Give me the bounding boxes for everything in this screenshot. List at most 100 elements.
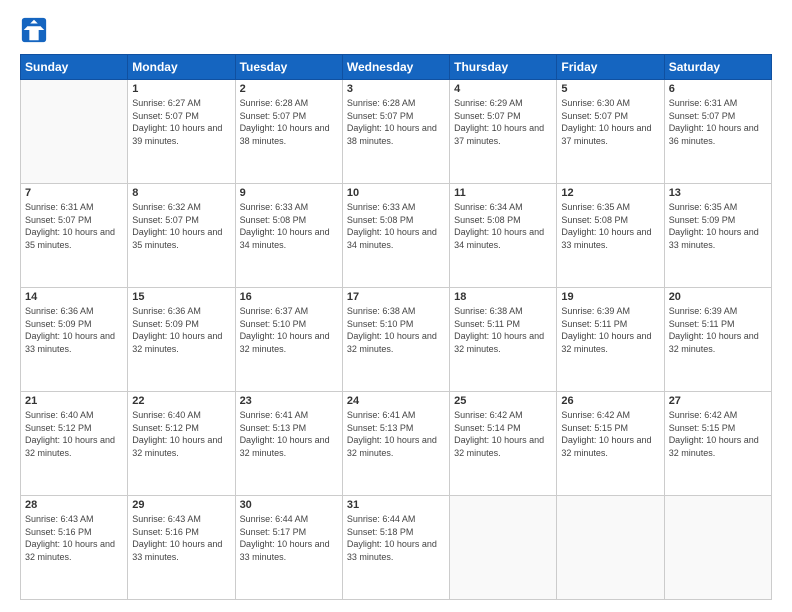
calendar-header-saturday: Saturday — [664, 55, 771, 80]
day-info: Sunrise: 6:28 AMSunset: 5:07 PMDaylight:… — [240, 97, 338, 147]
day-number: 7 — [25, 187, 123, 199]
day-number: 26 — [561, 395, 659, 407]
day-info: Sunrise: 6:42 AMSunset: 5:15 PMDaylight:… — [561, 409, 659, 459]
day-info: Sunrise: 6:44 AMSunset: 5:18 PMDaylight:… — [347, 513, 445, 563]
calendar-cell: 12 Sunrise: 6:35 AMSunset: 5:08 PMDayligh… — [557, 184, 664, 288]
week-row-2: 14 Sunrise: 6:36 AMSunset: 5:09 PMDayligh… — [21, 288, 772, 392]
calendar-table: SundayMondayTuesdayWednesdayThursdayFrid… — [20, 54, 772, 600]
calendar-header-thursday: Thursday — [450, 55, 557, 80]
calendar-cell: 24 Sunrise: 6:41 AMSunset: 5:13 PMDayligh… — [342, 392, 449, 496]
week-row-3: 21 Sunrise: 6:40 AMSunset: 5:12 PMDayligh… — [21, 392, 772, 496]
calendar-cell: 3Sunrise: 6:28 AMSunset: 5:07 PMDaylight… — [342, 80, 449, 184]
calendar-cell: 28 Sunrise: 6:43 AMSunset: 5:16 PMDayligh… — [21, 496, 128, 600]
day-info: Sunrise: 6:30 AMSunset: 5:07 PMDaylight:… — [561, 97, 659, 147]
day-number: 17 — [347, 291, 445, 303]
day-number: 2 — [240, 83, 338, 95]
calendar-header-wednesday: Wednesday — [342, 55, 449, 80]
calendar-cell: 2 Sunrise: 6:28 AMSunset: 5:07 PMDaylight… — [235, 80, 342, 184]
day-number: 25 — [454, 395, 552, 407]
day-info: Sunrise: 6:36 AMSunset: 5:09 PMDaylight:… — [132, 305, 230, 355]
day-info: Sunrise: 6:43 AMSunset: 5:16 PMDaylight:… — [132, 513, 230, 563]
day-info: Sunrise: 6:29 AMSunset: 5:07 PMDaylight:… — [454, 97, 552, 147]
day-info: Sunrise: 6:36 AMSunset: 5:09 PMDaylight:… — [25, 305, 123, 355]
calendar-cell: 7 Sunrise: 6:31 AMSunset: 5:07 PMDaylight… — [21, 184, 128, 288]
calendar-cell: 29 Sunrise: 6:43 AMSunset: 5:16 PMDayligh… — [128, 496, 235, 600]
day-number: 31 — [347, 499, 445, 511]
day-info: Sunrise: 6:31 AMSunset: 5:07 PMDaylight:… — [669, 97, 767, 147]
calendar-cell: 6 Sunrise: 6:31 AMSunset: 5:07 PMDaylight… — [664, 80, 771, 184]
calendar-cell: 10 Sunrise: 6:33 AMSunset: 5:08 PMDayligh… — [342, 184, 449, 288]
calendar-header-monday: Monday — [128, 55, 235, 80]
calendar-cell: 14 Sunrise: 6:36 AMSunset: 5:09 PMDayligh… — [21, 288, 128, 392]
day-number: 11 — [454, 187, 552, 199]
calendar-cell: 13 Sunrise: 6:35 AMSunset: 5:09 PMDayligh… — [664, 184, 771, 288]
day-number: 19 — [561, 291, 659, 303]
calendar-cell: 19Sunrise: 6:39 AMSunset: 5:11 PMDayligh… — [557, 288, 664, 392]
calendar-cell: 26 Sunrise: 6:42 AMSunset: 5:15 PMDayligh… — [557, 392, 664, 496]
day-info: Sunrise: 6:42 AMSunset: 5:15 PMDaylight:… — [669, 409, 767, 459]
day-number: 9 — [240, 187, 338, 199]
calendar-cell: 8 Sunrise: 6:32 AMSunset: 5:07 PMDaylight… — [128, 184, 235, 288]
day-number: 6 — [669, 83, 767, 95]
day-number: 14 — [25, 291, 123, 303]
day-number: 8 — [132, 187, 230, 199]
calendar-cell — [664, 496, 771, 600]
day-number: 28 — [25, 499, 123, 511]
day-info: Sunrise: 6:33 AMSunset: 5:08 PMDaylight:… — [347, 201, 445, 251]
page: SundayMondayTuesdayWednesdayThursdayFrid… — [0, 0, 792, 612]
day-info: Sunrise: 6:34 AMSunset: 5:08 PMDaylight:… — [454, 201, 552, 251]
day-info: Sunrise: 6:32 AMSunset: 5:07 PMDaylight:… — [132, 201, 230, 251]
calendar-cell — [450, 496, 557, 600]
calendar-cell: 18Sunrise: 6:38 AMSunset: 5:11 PMDayligh… — [450, 288, 557, 392]
day-number: 15 — [132, 291, 230, 303]
day-number: 12 — [561, 187, 659, 199]
day-number: 27 — [669, 395, 767, 407]
day-number: 16 — [240, 291, 338, 303]
day-info: Sunrise: 6:38 AMSunset: 5:11 PMDaylight:… — [454, 305, 552, 355]
header — [20, 16, 772, 44]
day-number: 23 — [240, 395, 338, 407]
week-row-0: 1 Sunrise: 6:27 AMSunset: 5:07 PMDaylight… — [21, 80, 772, 184]
logo — [20, 16, 52, 44]
logo-icon — [20, 16, 48, 44]
calendar-cell: 17Sunrise: 6:38 AMSunset: 5:10 PMDayligh… — [342, 288, 449, 392]
day-info: Sunrise: 6:35 AMSunset: 5:08 PMDaylight:… — [561, 201, 659, 251]
day-info: Sunrise: 6:31 AMSunset: 5:07 PMDaylight:… — [25, 201, 123, 251]
calendar-cell — [557, 496, 664, 600]
calendar-cell: 22 Sunrise: 6:40 AMSunset: 5:12 PMDayligh… — [128, 392, 235, 496]
day-info: Sunrise: 6:37 AMSunset: 5:10 PMDaylight:… — [240, 305, 338, 355]
calendar-header-tuesday: Tuesday — [235, 55, 342, 80]
day-number: 3 — [347, 83, 445, 95]
week-row-1: 7 Sunrise: 6:31 AMSunset: 5:07 PMDaylight… — [21, 184, 772, 288]
calendar-cell: 31 Sunrise: 6:44 AMSunset: 5:18 PMDayligh… — [342, 496, 449, 600]
day-number: 29 — [132, 499, 230, 511]
day-number: 30 — [240, 499, 338, 511]
day-number: 4 — [454, 83, 552, 95]
calendar-cell: 30 Sunrise: 6:44 AMSunset: 5:17 PMDayligh… — [235, 496, 342, 600]
day-number: 20 — [669, 291, 767, 303]
day-number: 22 — [132, 395, 230, 407]
day-number: 1 — [132, 83, 230, 95]
day-number: 21 — [25, 395, 123, 407]
day-info: Sunrise: 6:27 AMSunset: 5:07 PMDaylight:… — [132, 97, 230, 147]
calendar-cell: 15 Sunrise: 6:36 AMSunset: 5:09 PMDayligh… — [128, 288, 235, 392]
calendar-cell — [21, 80, 128, 184]
day-number: 5 — [561, 83, 659, 95]
calendar-header-sunday: Sunday — [21, 55, 128, 80]
day-number: 13 — [669, 187, 767, 199]
day-number: 10 — [347, 187, 445, 199]
day-info: Sunrise: 6:44 AMSunset: 5:17 PMDaylight:… — [240, 513, 338, 563]
day-info: Sunrise: 6:33 AMSunset: 5:08 PMDaylight:… — [240, 201, 338, 251]
day-info: Sunrise: 6:40 AMSunset: 5:12 PMDaylight:… — [132, 409, 230, 459]
day-info: Sunrise: 6:41 AMSunset: 5:13 PMDaylight:… — [347, 409, 445, 459]
day-info: Sunrise: 6:41 AMSunset: 5:13 PMDaylight:… — [240, 409, 338, 459]
day-info: Sunrise: 6:35 AMSunset: 5:09 PMDaylight:… — [669, 201, 767, 251]
day-info: Sunrise: 6:43 AMSunset: 5:16 PMDaylight:… — [25, 513, 123, 563]
calendar-cell: 20Sunrise: 6:39 AMSunset: 5:11 PMDayligh… — [664, 288, 771, 392]
calendar-cell: 1 Sunrise: 6:27 AMSunset: 5:07 PMDaylight… — [128, 80, 235, 184]
week-row-4: 28 Sunrise: 6:43 AMSunset: 5:16 PMDayligh… — [21, 496, 772, 600]
calendar-cell: 23 Sunrise: 6:41 AMSunset: 5:13 PMDayligh… — [235, 392, 342, 496]
calendar-cell: 27 Sunrise: 6:42 AMSunset: 5:15 PMDayligh… — [664, 392, 771, 496]
day-number: 24 — [347, 395, 445, 407]
calendar-cell: 21Sunrise: 6:40 AMSunset: 5:12 PMDayligh… — [21, 392, 128, 496]
